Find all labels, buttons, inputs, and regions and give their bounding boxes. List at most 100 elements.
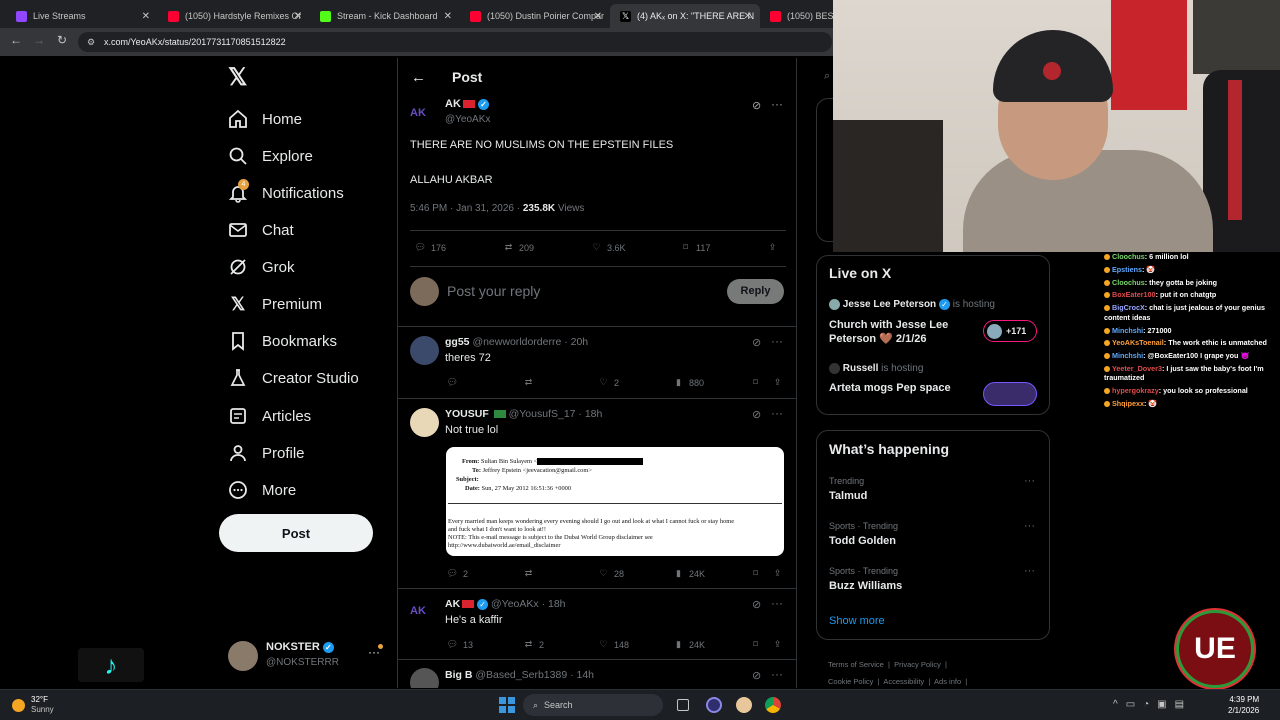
like-action[interactable]: ♡ 2 (597, 376, 619, 389)
nav-more[interactable]: More (228, 475, 296, 505)
post-button[interactable]: Post (219, 514, 373, 552)
grok-icon[interactable]: ⊘ (752, 598, 761, 611)
nav-chat[interactable]: Chat (228, 215, 294, 245)
close-tab-icon[interactable]: ✕ (444, 11, 452, 22)
task-view-icon[interactable] (677, 699, 689, 711)
bookmark-action[interactable]: ⌑ (749, 567, 762, 580)
more-dots-icon[interactable]: ··· (771, 596, 783, 610)
space-item[interactable]: Arteta mogs Pep space (829, 382, 951, 394)
taskbar-clock[interactable]: 4:39 PM 2/1/2026 (1228, 694, 1259, 716)
author-handle[interactable]: @Based_Serb1389 · 14h (475, 669, 594, 681)
account-switcher[interactable]: NOKSTER ✓ @NOKSTERRR ··· (228, 640, 388, 672)
author-name[interactable]: AK (445, 98, 461, 110)
views-action[interactable]: ▮ 24K (672, 567, 705, 580)
author-handle[interactable]: @YeoAKx · 18h (491, 598, 565, 610)
footer-link[interactable]: Privacy Policy (894, 660, 941, 669)
footer-link[interactable]: Cookie Policy (828, 677, 873, 686)
nav-creator-studio[interactable]: Creator Studio (228, 363, 359, 393)
nav-grok[interactable]: Grok (228, 252, 295, 282)
space-item[interactable]: Church with Jesse Lee Peterson 🤎 2/1/26 (829, 318, 979, 346)
more-dots-icon[interactable]: ··· (1024, 565, 1035, 577)
like-action[interactable]: ♡ 148 (597, 638, 629, 651)
share-action[interactable]: ⇪ (766, 241, 779, 254)
host-name[interactable]: Jesse Lee Peterson (843, 299, 936, 310)
more-dots-icon[interactable]: ··· (771, 667, 783, 681)
repost-action[interactable]: ⇄ (522, 567, 539, 580)
browser-tab[interactable]: (1050) Hardstyle Remixes Of ✕ (158, 4, 310, 28)
post-timestamp[interactable]: 5:46 PM · Jan 31, 2026 · (410, 203, 520, 214)
share-action[interactable]: ⇪ (771, 376, 784, 389)
back-arrow-icon[interactable]: ← (411, 69, 426, 86)
taskbar-search[interactable]: ⌕ Search (523, 694, 663, 716)
reply-input[interactable]: Post your reply (447, 283, 540, 299)
nav-notifications[interactable]: 4 Notifications (228, 178, 344, 208)
show-more-link[interactable]: Show more (829, 615, 885, 627)
close-tab-icon[interactable]: ✕ (294, 11, 302, 22)
repost-action[interactable]: ⇄ 209 (502, 241, 534, 254)
grok-icon[interactable]: ⊘ (752, 669, 761, 682)
tray-icons[interactable]: ^▭◔▣▤ (1113, 699, 1192, 710)
listener-avatars[interactable] (983, 382, 1037, 406)
grok-icon[interactable]: ⊘ (752, 336, 761, 349)
search-icon[interactable]: ⌕ (824, 70, 830, 83)
close-tab-icon[interactable]: ✕ (142, 11, 150, 22)
more-dots-icon[interactable]: ··· (771, 406, 783, 420)
close-tab-icon[interactable]: ✕ (594, 11, 602, 22)
close-tab-icon[interactable]: ✕ (744, 11, 752, 22)
nav-home[interactable]: Home (228, 104, 302, 134)
attached-image[interactable]: From: Sultan Bin Sulayem < To: Jeffrey E… (446, 447, 784, 556)
like-action[interactable]: ♡ 28 (597, 567, 624, 580)
more-dots-icon[interactable]: ··· (771, 334, 783, 348)
host-name[interactable]: Russell (843, 363, 879, 374)
reply-button[interactable]: Reply (727, 279, 784, 304)
more-dots-icon[interactable]: ··· (1024, 520, 1035, 532)
share-action[interactable]: ⇪ (771, 638, 784, 651)
footer-link[interactable]: Terms of Service (828, 660, 884, 669)
nav-bookmarks[interactable]: Bookmarks (228, 326, 337, 356)
reply-action[interactable]: 💬︎ (446, 376, 463, 389)
reply-action[interactable]: 💬︎ 2 (446, 567, 468, 580)
views-action[interactable]: ▮ 24K (672, 638, 705, 651)
like-action[interactable]: ♡ 3.6K (590, 241, 625, 254)
reply-action[interactable]: 💬︎ 176 (414, 241, 446, 254)
weather-widget[interactable]: 32°F Sunny (12, 694, 54, 716)
author-name[interactable]: Big B (445, 669, 472, 681)
grok-icon[interactable]: ⊘ (752, 408, 761, 421)
back-icon[interactable]: ← (10, 33, 22, 47)
author-name[interactable]: YOUSUF (445, 408, 489, 420)
reload-icon[interactable]: ↻ (57, 33, 67, 47)
reply-action[interactable]: 💬︎ 13 (446, 638, 473, 651)
more-dots-icon[interactable]: ··· (1024, 475, 1035, 487)
browser-tab[interactable]: Stream - Kick Dashboard ✕ (310, 4, 460, 28)
listener-count[interactable]: +171 (983, 320, 1037, 342)
author-avatar[interactable]: AK (410, 100, 436, 126)
repost-action[interactable]: ⇄ (522, 376, 539, 389)
footer-link[interactable]: Accessibility (883, 677, 924, 686)
forward-icon[interactable]: → (33, 33, 45, 47)
nav-explore[interactable]: Explore (228, 141, 313, 171)
app-icon[interactable] (736, 697, 752, 713)
address-bar[interactable]: ⚙ x.com/YeoAKx/status/201773117085151282… (78, 32, 832, 52)
site-info-icon[interactable]: ⚙ (87, 37, 95, 48)
share-action[interactable]: ⇪ (771, 567, 784, 580)
views-action[interactable]: ▮ 880 (672, 376, 704, 389)
author-name[interactable]: gg55 (445, 336, 470, 348)
author-handle[interactable]: @YousufS_17 · 18h (509, 408, 603, 420)
browser-tab[interactable]: (1050) Dustin Poirier Compar ✕ (460, 4, 610, 28)
windows-start-icon[interactable] (499, 697, 515, 713)
browser-tab-active[interactable]: 𝕏 (4) AKₓ on X: "THERE ARE N ✕ (610, 4, 760, 28)
x-logo-icon[interactable]: 𝕏 (228, 66, 250, 90)
author-handle[interactable]: @newworldorderre · 20h (472, 336, 588, 348)
footer-link[interactable]: Ads info (934, 677, 961, 686)
bookmark-action[interactable]: ⌑ 117 (679, 241, 710, 254)
grok-icon[interactable]: ⊘ (752, 99, 761, 112)
browser-tab[interactable]: Live Streams ✕ (6, 4, 158, 28)
author-handle[interactable]: @YeoAKx (445, 114, 490, 125)
bookmark-action[interactable]: ⌑ (749, 376, 762, 389)
obs-icon[interactable] (706, 697, 722, 713)
nav-premium[interactable]: 𝕏 Premium (228, 289, 322, 319)
bookmark-action[interactable]: ⌑ (749, 638, 762, 651)
repost-action[interactable]: ⇄ 2 (522, 638, 544, 651)
chrome-icon[interactable] (765, 697, 781, 713)
nav-profile[interactable]: Profile (228, 438, 305, 468)
